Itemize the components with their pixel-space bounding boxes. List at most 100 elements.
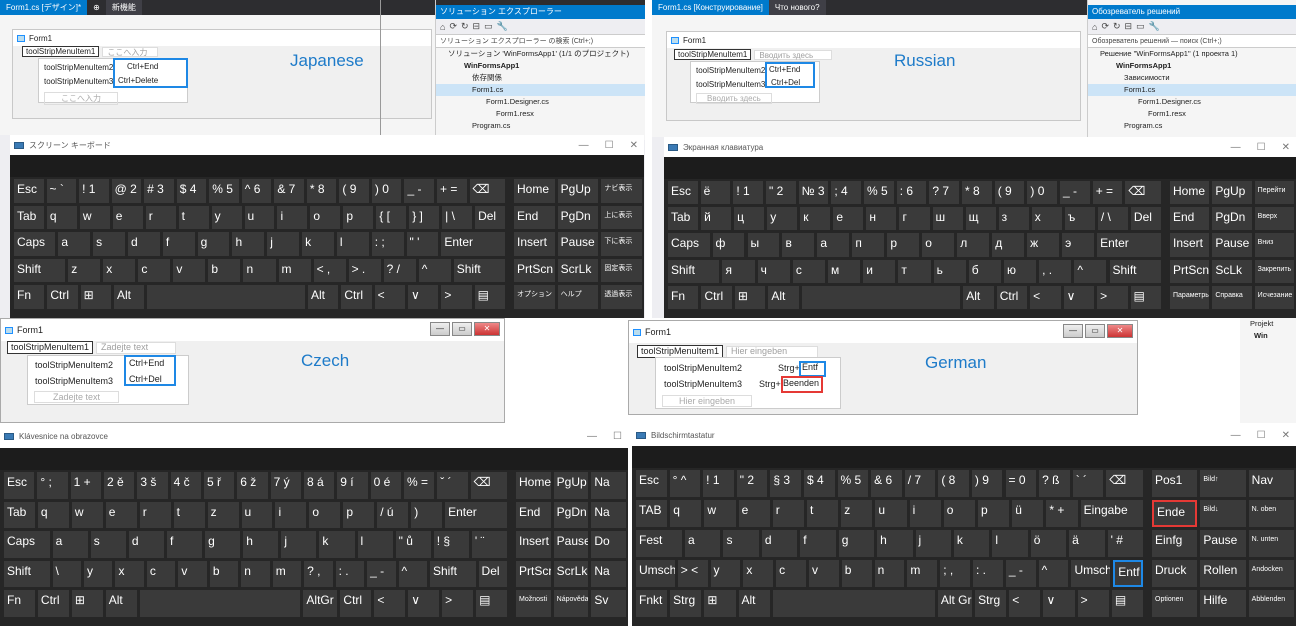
- osk-key[interactable]: ∨: [1043, 590, 1075, 617]
- minimize-button[interactable]: —: [1063, 324, 1083, 338]
- osk-key[interactable]: a: [58, 232, 91, 256]
- osk-key[interactable]: _ -: [1060, 181, 1090, 205]
- osk-key[interactable]: Esc: [668, 181, 698, 205]
- osk-nav-key[interactable]: Вниз: [1254, 233, 1294, 257]
- osk-key[interactable]: Shift: [430, 560, 476, 588]
- osk-key[interactable]: > .: [348, 258, 381, 283]
- backspace-key-icon[interactable]: ⌫: [470, 472, 507, 499]
- osk-nav-key[interactable]: Insert: [516, 531, 551, 558]
- osk-key[interactable]: 7 ý: [270, 472, 301, 499]
- osk-key[interactable]: ы: [747, 233, 780, 257]
- osk-nav-key[interactable]: Einfg: [1152, 530, 1198, 557]
- osk-nav-key[interactable]: End: [1170, 207, 1210, 231]
- osk-key[interactable]: o: [309, 501, 341, 529]
- osk-key[interactable]: % =: [403, 472, 435, 499]
- osk-key[interactable]: 1 +: [70, 472, 101, 499]
- osk-key[interactable]: % 5: [864, 181, 894, 205]
- osk-key[interactable]: ! 1: [733, 181, 763, 205]
- osk-nav-key[interactable]: PrtScn: [1170, 259, 1210, 283]
- osk-key[interactable]: 2 ě: [103, 472, 135, 499]
- osk-key[interactable]: p: [343, 205, 374, 230]
- osk-key[interactable]: w: [704, 500, 736, 527]
- osk-key[interactable]: ? 7: [929, 181, 960, 205]
- osk-key[interactable]: * +: [1046, 500, 1078, 527]
- osk-key[interactable]: ) 9: [971, 470, 1003, 497]
- osk-key[interactable]: " ů: [395, 531, 431, 558]
- osk-nav-key[interactable]: PgUp: [557, 179, 599, 203]
- osk-nav-key[interactable]: Insert: [514, 232, 555, 256]
- tree-form1[interactable]: Form1.cs: [436, 84, 645, 96]
- osk-key[interactable]: >: [441, 285, 472, 309]
- osk-key[interactable]: <: [374, 285, 405, 309]
- osk-key[interactable]: + =: [1092, 181, 1123, 205]
- close-icon[interactable]: ✕: [630, 140, 638, 151]
- osk-key[interactable]: b: [208, 258, 241, 283]
- menu-item-3[interactable]: toolStripMenuItem3: [35, 376, 113, 386]
- sync-icon[interactable]: ⟳: [1101, 21, 1109, 32]
- osk-key[interactable]: z: [68, 258, 101, 283]
- osk-key[interactable]: ё: [700, 181, 731, 205]
- tree-solution[interactable]: Решение "WinFormsApp1" (1 проекта 1): [1088, 48, 1296, 60]
- osk-nav-key[interactable]: ナビ表示: [601, 179, 642, 203]
- osk-key[interactable]: ж: [1027, 233, 1060, 257]
- osk-key[interactable]: k: [953, 530, 990, 557]
- osk-nav-key[interactable]: Home: [514, 179, 555, 203]
- tree-project[interactable]: WinFormsApp1: [436, 60, 645, 72]
- osk-key[interactable]: TAB: [636, 500, 668, 527]
- osk-key[interactable]: ^: [1038, 560, 1069, 587]
- osk-key[interactable]: ! §: [433, 531, 469, 558]
- osk-key[interactable]: Tab: [668, 207, 699, 231]
- osk-key[interactable]: Del: [475, 205, 505, 230]
- osk-key[interactable]: к: [800, 207, 831, 231]
- osk-key[interactable]: t: [178, 205, 209, 230]
- osk-key[interactable]: g: [197, 232, 230, 256]
- minimize-icon[interactable]: —: [579, 140, 589, 151]
- osk-key[interactable]: h: [877, 530, 913, 557]
- osk-nav-key[interactable]: Pause: [1212, 233, 1252, 257]
- maximize-icon[interactable]: ☐: [613, 431, 622, 442]
- tab-whats-new[interactable]: 新機能: [105, 0, 142, 15]
- osk-key[interactable]: Ctrl: [47, 285, 78, 309]
- tree-project-folder[interactable]: Projekt: [1240, 318, 1296, 330]
- windows-key-icon[interactable]: ⊞: [80, 285, 111, 309]
- osk-key[interactable]: i: [909, 500, 941, 527]
- tree-program[interactable]: Program.cs: [1088, 120, 1296, 132]
- osk-key[interactable]: { [: [376, 205, 407, 230]
- sync-icon[interactable]: ⟳: [449, 21, 457, 32]
- osk-key[interactable]: " 2: [766, 181, 796, 205]
- osk-key[interactable]: x: [743, 560, 774, 587]
- osk-key[interactable]: ч: [757, 259, 790, 283]
- osk-key[interactable]: k: [302, 232, 334, 256]
- osk-key[interactable]: o: [943, 500, 975, 527]
- osk-key[interactable]: х: [1031, 207, 1062, 231]
- osk-key[interactable]: y: [83, 560, 113, 588]
- menu-item-2[interactable]: toolStripMenuItem2: [35, 360, 113, 370]
- osk-key[interactable]: i: [275, 501, 307, 529]
- osk-key[interactable]: n: [874, 560, 905, 587]
- menu-item-2[interactable]: toolStripMenuItem2: [696, 66, 765, 75]
- osk-key[interactable]: з: [998, 207, 1029, 231]
- osk-key[interactable]: Fnkt: [636, 590, 668, 617]
- osk-key[interactable]: q: [670, 500, 702, 527]
- osk-key[interactable]: ▤: [1111, 590, 1143, 617]
- menu-item-2[interactable]: toolStripMenuItem2: [44, 63, 113, 72]
- tab-whats-new[interactable]: Что нового?: [768, 0, 826, 15]
- osk-nav-key[interactable]: Na: [591, 560, 626, 588]
- osk-nav-key[interactable]: Параметры: [1170, 285, 1210, 309]
- osk-key[interactable]: l: [336, 232, 369, 256]
- osk-key[interactable]: n: [241, 560, 270, 588]
- osk-key[interactable]: Caps: [668, 233, 710, 257]
- osk-nav-key[interactable]: PgDn: [1212, 207, 1252, 231]
- osk-key[interactable]: c: [138, 258, 171, 283]
- osk-key[interactable]: + =: [437, 179, 467, 203]
- windows-key-icon[interactable]: ⊞: [734, 285, 766, 309]
- osk-nav-key[interactable]: Na: [591, 501, 626, 529]
- osk-key[interactable]: i: [277, 205, 308, 230]
- tab-pin-icon[interactable]: ⊕: [87, 0, 106, 15]
- osk-key[interactable]: щ: [965, 207, 996, 231]
- osk-key[interactable]: r: [139, 501, 171, 529]
- windows-key-icon[interactable]: ⊞: [71, 590, 103, 617]
- osk-key[interactable]: [801, 285, 961, 309]
- osk-key[interactable]: ° ^: [669, 470, 701, 497]
- osk-nav-key[interactable]: PgDn: [557, 205, 599, 230]
